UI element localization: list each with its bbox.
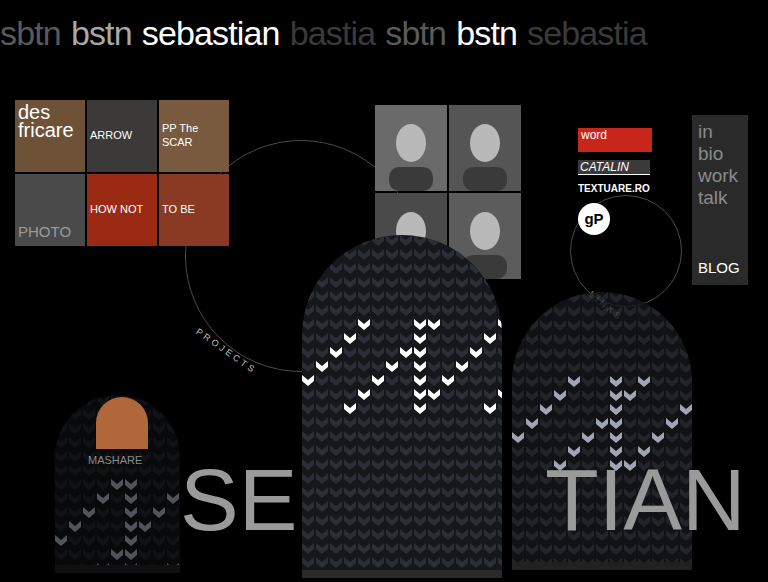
big-name-right: TIAN — [545, 456, 745, 544]
blog-link[interactable]: BLOG — [698, 257, 742, 280]
project-label: TO BE — [162, 203, 195, 217]
project-tile[interactable]: ARROW — [87, 100, 157, 172]
project-tile[interactable]: PHOTO — [15, 174, 85, 246]
header-word[interactable]: bstn — [456, 16, 517, 50]
project-label: ARROW — [90, 129, 132, 143]
project-label: HOW NOT — [90, 203, 143, 217]
portrait-icon — [449, 105, 521, 191]
product-label[interactable]: MASHARE — [88, 452, 142, 469]
project-tile[interactable]: des fricare — [15, 100, 85, 172]
header-word[interactable]: sebastia — [527, 16, 647, 50]
center-lamp — [302, 235, 502, 578]
main-menu: inbioworktalk BLOG — [692, 115, 748, 285]
menu-item[interactable]: talk — [698, 187, 742, 209]
projects-label: PROJECTS — [193, 326, 260, 378]
header-word[interactable]: sbtn — [0, 16, 61, 50]
menu-item[interactable]: work — [698, 165, 742, 187]
portrait-icon — [375, 105, 447, 191]
lamp-icon — [302, 235, 502, 578]
project-title: des fricare — [18, 103, 82, 169]
gp-link[interactable]: gP — [578, 203, 610, 235]
project-label: PHOTO — [18, 221, 71, 244]
menu-item[interactable]: bio — [698, 143, 742, 165]
textuare-link[interactable]: TEXTUARE.RO — [578, 183, 658, 195]
menu-item[interactable]: in — [698, 121, 742, 143]
big-name-left: SE — [180, 456, 297, 544]
catalin-link[interactable]: CATALIN — [578, 160, 650, 175]
project-tile[interactable]: TO BE — [159, 174, 229, 246]
project-grid: des fricare ARROW PP The SCAR PHOTO HOW NOT T… — [15, 100, 229, 246]
header-word[interactable]: bstn — [71, 16, 132, 50]
page: sbtn bstn sebastian bastia sbtn bstn sebastia d… — [0, 0, 768, 582]
header-word[interactable]: sebastian — [142, 16, 280, 50]
header-word[interactable]: bastia — [290, 16, 376, 50]
word-link[interactable]: word — [578, 128, 652, 152]
project-tile[interactable]: PP The SCAR — [159, 100, 229, 172]
project-tile[interactable]: HOW NOT — [87, 174, 157, 246]
header-word[interactable]: sbtn — [385, 16, 446, 50]
project-label: PP The SCAR — [162, 122, 226, 150]
sponge-object — [96, 397, 148, 449]
header-banner: sbtn bstn sebastian bastia sbtn bstn sebastia — [0, 0, 647, 50]
links-list: word CATALIN TEXTUARE.RO gP — [578, 128, 658, 235]
